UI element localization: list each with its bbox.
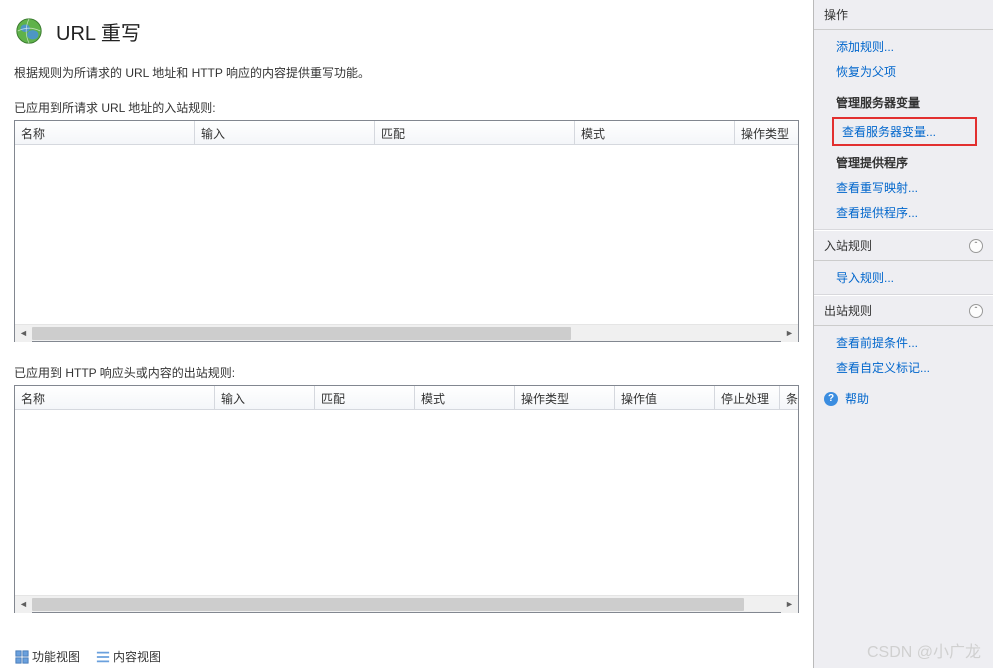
column-header[interactable]: 匹配 [315,386,415,409]
horizontal-scrollbar[interactable]: ◄ ► [15,595,798,612]
inbound-grid-body[interactable] [15,145,798,324]
features-view-icon [15,650,29,664]
column-header[interactable]: 匹配 [375,121,575,144]
help-link[interactable]: ? 帮助 [814,384,993,413]
import-rules-link[interactable]: 导入规则... [814,265,993,290]
outbound-grid-body[interactable] [15,410,798,595]
collapse-icon[interactable]: ˆ [969,239,983,253]
column-header[interactable]: 模式 [415,386,515,409]
inbound-actions-section: 导入规则... [814,261,993,295]
watermark: CSDN @小广龙 [867,638,981,662]
collapse-icon[interactable]: ˆ [969,304,983,318]
page-description: 根据规则为所请求的 URL 地址和 HTTP 响应的内容提供重写功能。 [14,64,799,81]
inbound-rules-section-header[interactable]: 入站规则 ˆ [814,230,993,261]
actions-panel: 操作 添加规则... 恢复为父项 管理服务器变量 查看服务器变量... 管理提供… [813,0,993,668]
features-view-label: 功能视图 [32,648,80,665]
column-header[interactable]: 输入 [215,386,315,409]
manage-server-vars-label: 管理服务器变量 [814,90,993,115]
revert-parent-link[interactable]: 恢复为父项 [814,59,993,84]
outbound-header-label: 出站规则 [824,302,872,319]
bottom-view-tabs: 功能视图 内容视图 [10,645,166,668]
view-server-vars-link[interactable]: 查看服务器变量... [832,117,977,146]
column-header[interactable]: 条 [780,386,798,409]
content-view-tab[interactable]: 内容视图 [91,645,166,668]
scroll-left-arrow[interactable]: ◄ [15,325,32,342]
column-header[interactable]: 名称 [15,121,195,144]
url-rewrite-icon [14,16,44,46]
view-preconditions-link[interactable]: 查看前提条件... [814,330,993,355]
column-header[interactable]: 名称 [15,386,215,409]
main-panel: URL 重写 根据规则为所请求的 URL 地址和 HTTP 响应的内容提供重写功… [0,0,813,668]
page-title: URL 重写 [56,17,141,46]
outbound-grid-header: 名称 输入 匹配 模式 操作类型 操作值 停止处理 条 [15,386,798,410]
content-view-icon [96,650,110,664]
column-header[interactable]: 操作值 [615,386,715,409]
help-label: 帮助 [845,390,869,407]
horizontal-scrollbar[interactable]: ◄ ► [15,324,798,341]
view-providers-link[interactable]: 查看提供程序... [814,200,993,225]
outbound-actions-section: 查看前提条件... 查看自定义标记... [814,326,993,384]
scroll-left-arrow[interactable]: ◄ [15,596,32,613]
features-view-tab[interactable]: 功能视图 [10,645,85,668]
outbound-rules-label: 已应用到 HTTP 响应头或内容的出站规则: [14,364,799,381]
outbound-rules-grid: 名称 输入 匹配 模式 操作类型 操作值 停止处理 条 ◄ ► [14,385,799,613]
column-header[interactable]: 操作类型 [735,121,798,144]
manage-providers-label: 管理提供程序 [814,150,993,175]
view-rewrite-map-link[interactable]: 查看重写映射... [814,175,993,200]
view-custom-tags-link[interactable]: 查看自定义标记... [814,355,993,380]
inbound-header-label: 入站规则 [824,237,872,254]
add-rule-link[interactable]: 添加规则... [814,34,993,59]
scroll-right-arrow[interactable]: ► [781,325,798,342]
scroll-track[interactable] [32,596,781,612]
inbound-rules-grid: 名称 输入 匹配 模式 操作类型 ◄ ► [14,120,799,342]
scroll-thumb[interactable] [32,327,571,340]
header-row: URL 重写 [14,16,799,46]
scroll-track[interactable] [32,325,781,341]
inbound-grid-header: 名称 输入 匹配 模式 操作类型 [15,121,798,145]
scroll-right-arrow[interactable]: ► [781,596,798,613]
column-header[interactable]: 模式 [575,121,735,144]
inbound-rules-label: 已应用到所请求 URL 地址的入站规则: [14,99,799,116]
scroll-thumb[interactable] [32,598,744,611]
actions-section-main: 添加规则... 恢复为父项 管理服务器变量 查看服务器变量... 管理提供程序 … [814,30,993,230]
content-view-label: 内容视图 [113,648,161,665]
column-header[interactable]: 操作类型 [515,386,615,409]
outbound-rules-section-header[interactable]: 出站规则 ˆ [814,295,993,326]
help-icon: ? [824,392,838,406]
actions-header: 操作 [814,0,993,30]
column-header[interactable]: 输入 [195,121,375,144]
column-header[interactable]: 停止处理 [715,386,780,409]
